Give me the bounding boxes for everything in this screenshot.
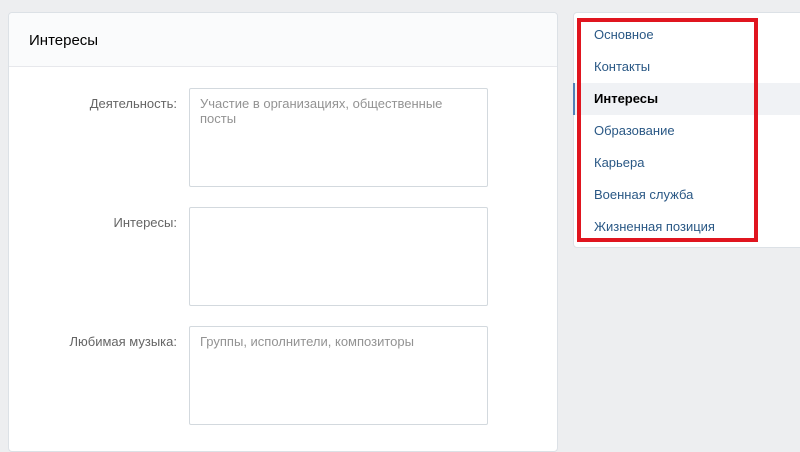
nav-item-career[interactable]: Карьера [574, 147, 800, 179]
interests-panel: Интересы Деятельность: Интересы: Любимая… [8, 12, 558, 452]
nav-item-contacts[interactable]: Контакты [574, 51, 800, 83]
nav-item-basic[interactable]: Основное [574, 19, 800, 51]
nav-item-education[interactable]: Образование [574, 115, 800, 147]
favorite-music-label: Любимая музыка: [69, 334, 177, 349]
interests-field[interactable] [189, 207, 488, 306]
activities-field[interactable] [189, 88, 488, 187]
nav-list: Основное Контакты Интересы Образование К… [573, 19, 800, 243]
panel-title: Интересы [29, 32, 99, 49]
interests-label: Интересы: [113, 215, 177, 230]
nav-item-interests[interactable]: Интересы [573, 83, 800, 115]
panel-header: Интересы [9, 13, 557, 67]
profile-sections-nav: Основное Контакты Интересы Образование К… [573, 12, 800, 248]
favorite-music-field[interactable] [189, 326, 488, 425]
activities-label: Деятельность: [89, 96, 177, 111]
nav-item-military-service[interactable]: Военная служба [574, 179, 800, 211]
nav-item-life-position[interactable]: Жизненная позиция [574, 211, 800, 243]
